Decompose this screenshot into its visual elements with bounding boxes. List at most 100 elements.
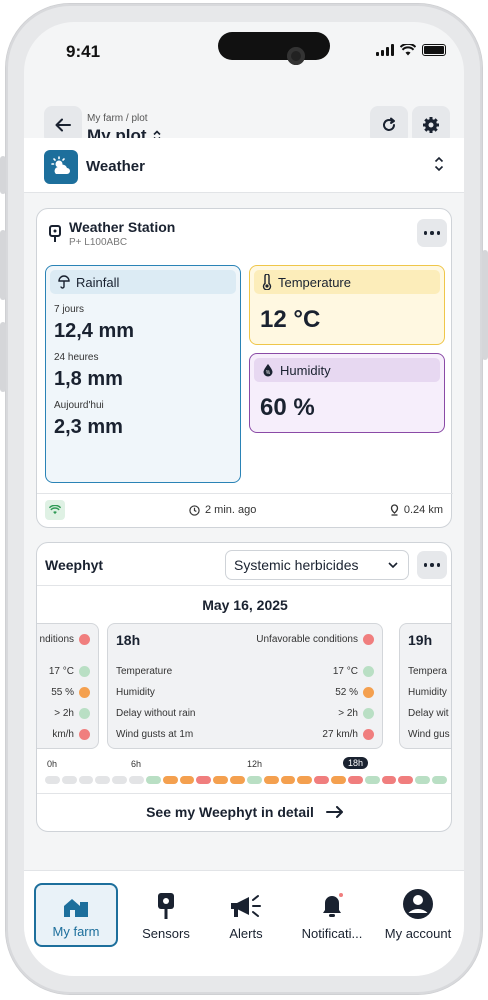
temperature-tile[interactable]: Temperature 12 °C xyxy=(249,265,445,345)
hour-card[interactable]: 19h Tempera Humidity Delay wit Wind gus xyxy=(399,623,451,749)
timeline-slot[interactable] xyxy=(331,776,346,784)
value: > 2h xyxy=(338,708,358,720)
last-update: 2 min. ago xyxy=(189,504,256,516)
timeline-slot[interactable] xyxy=(398,776,414,784)
weephyt-title: Weephyt xyxy=(45,557,104,573)
weather-icon xyxy=(44,150,78,184)
value: 52 % xyxy=(335,687,358,699)
section-selector[interactable]: Weather xyxy=(24,138,464,192)
location-pin-icon xyxy=(390,504,399,516)
hour-card-selected[interactable]: 18h Unfavorable conditions Temperature 17… xyxy=(107,623,383,749)
timeline-slot[interactable] xyxy=(415,776,431,784)
station-icon xyxy=(49,225,61,242)
humidity-tile[interactable]: % Humidity 60 % xyxy=(249,353,445,433)
tab-label: Alerts xyxy=(229,926,263,941)
svg-text:%: % xyxy=(266,370,271,376)
timeline-slot[interactable] xyxy=(364,776,380,784)
timeline-slot[interactable] xyxy=(230,776,245,784)
treatment-select[interactable]: Systemic herbicides xyxy=(225,550,409,580)
timeline-slot[interactable] xyxy=(347,776,363,784)
row-label: Delay without rain xyxy=(116,708,196,720)
timeline-slot[interactable] xyxy=(381,776,397,784)
timeline-slot[interactable] xyxy=(179,776,195,784)
gear-icon xyxy=(423,117,439,133)
timeline-slot[interactable] xyxy=(246,776,262,784)
hour-value-row: Tempera xyxy=(408,666,451,677)
timeline-slot[interactable] xyxy=(297,776,313,784)
hour-value-row: Temperature 17 °C xyxy=(116,666,374,677)
weephyt-card: Weephyt Systemic herbicides May 16, 2025… xyxy=(36,542,452,832)
account-icon xyxy=(403,889,433,919)
humidity-label: Humidity xyxy=(280,362,331,378)
weephyt-more-button[interactable] xyxy=(417,551,447,579)
timeline-slot[interactable] xyxy=(112,776,128,784)
wifi-icon xyxy=(400,44,416,56)
arrow-right-icon xyxy=(325,805,343,818)
hour-card[interactable]: nditions 17 °C 55 % > 2h km/h xyxy=(37,623,99,749)
camera-icon xyxy=(287,47,305,65)
row-label: Tempera xyxy=(408,666,447,677)
breadcrumb: My farm / plot xyxy=(87,113,148,124)
timeline-slot[interactable] xyxy=(95,776,111,784)
hour-value-row: > 2h xyxy=(37,708,90,719)
farm-icon xyxy=(64,899,88,917)
rainfall-label: Rainfall xyxy=(76,274,120,290)
status-text: Unfavorable conditions xyxy=(256,634,358,645)
timeline-slot[interactable] xyxy=(280,776,296,784)
hourly-timeline[interactable] xyxy=(45,773,447,787)
rainfall-tile[interactable]: Rainfall 7 jours 12,4 mm 24 heures 1,8 m… xyxy=(45,265,241,483)
weephyt-detail-link[interactable]: See my Weephyt in detail xyxy=(37,793,451,829)
timeline-slot[interactable] xyxy=(78,776,94,784)
timeline-slot[interactable] xyxy=(61,776,77,784)
temperature-label: Temperature xyxy=(278,274,351,290)
timeline-slot[interactable] xyxy=(432,776,447,784)
timeline-slot[interactable] xyxy=(196,776,212,784)
row-label: Wind gus xyxy=(408,729,450,740)
status-text: nditions xyxy=(39,634,74,645)
timeline-slot[interactable] xyxy=(145,776,161,784)
dynamic-island xyxy=(218,32,330,60)
hour-value-row: Wind gus xyxy=(408,729,451,740)
rainfall-period: 24 heures xyxy=(54,352,99,363)
rainfall-period: 7 jours xyxy=(54,304,85,315)
tab-alerts[interactable]: Alerts xyxy=(204,883,288,947)
timeline-slot[interactable] xyxy=(314,776,330,784)
status-dot xyxy=(363,666,374,677)
station-more-button[interactable] xyxy=(417,219,447,247)
hour-value-row: Delay without rain > 2h xyxy=(116,708,374,719)
treatment-select-value: Systemic herbicides xyxy=(234,557,359,573)
timeline-slot[interactable] xyxy=(129,776,144,784)
divider xyxy=(37,585,451,586)
hour-value-row: Humidity 52 % xyxy=(116,687,374,698)
timeline-slot[interactable] xyxy=(162,776,178,784)
hour-value-row: km/h xyxy=(37,729,90,740)
status-dot xyxy=(363,687,374,698)
connection-status xyxy=(45,500,65,520)
tab-my-account[interactable]: My account xyxy=(376,883,460,947)
timeline-tick: 12h xyxy=(247,759,263,769)
tab-notifications[interactable]: Notificati... xyxy=(290,883,374,947)
timeline-slot[interactable] xyxy=(263,776,279,784)
station-footer: 2 min. ago 0.24 km xyxy=(37,493,453,527)
rainfall-value: 1,8 mm xyxy=(54,368,123,390)
value: km/h xyxy=(52,729,74,740)
hour-value-row: Humidity xyxy=(408,687,451,698)
tab-sensors[interactable]: Sensors xyxy=(124,883,208,947)
arrow-left-icon xyxy=(55,118,71,132)
status-dot xyxy=(79,687,90,698)
detail-link-label: See my Weephyt in detail xyxy=(146,803,314,820)
divider xyxy=(24,192,464,193)
section-label: Weather xyxy=(86,158,145,175)
bottom-tab-bar: My farm Sensors Alerts Notificati... My … xyxy=(24,870,464,976)
rainfall-period: Aujourd'hui xyxy=(54,400,104,411)
tab-label: My account xyxy=(384,926,452,941)
timeline-slot[interactable] xyxy=(213,776,229,784)
status-dot xyxy=(79,634,90,645)
status-bar: 9:41 xyxy=(24,22,464,78)
timeline-slot[interactable] xyxy=(45,776,60,784)
station-title: Weather Station xyxy=(69,219,176,235)
tab-label: My farm xyxy=(52,924,100,939)
umbrella-icon xyxy=(58,275,70,289)
tab-my-farm[interactable]: My farm xyxy=(34,883,118,947)
row-label: Wind gusts at 1m xyxy=(116,729,194,741)
